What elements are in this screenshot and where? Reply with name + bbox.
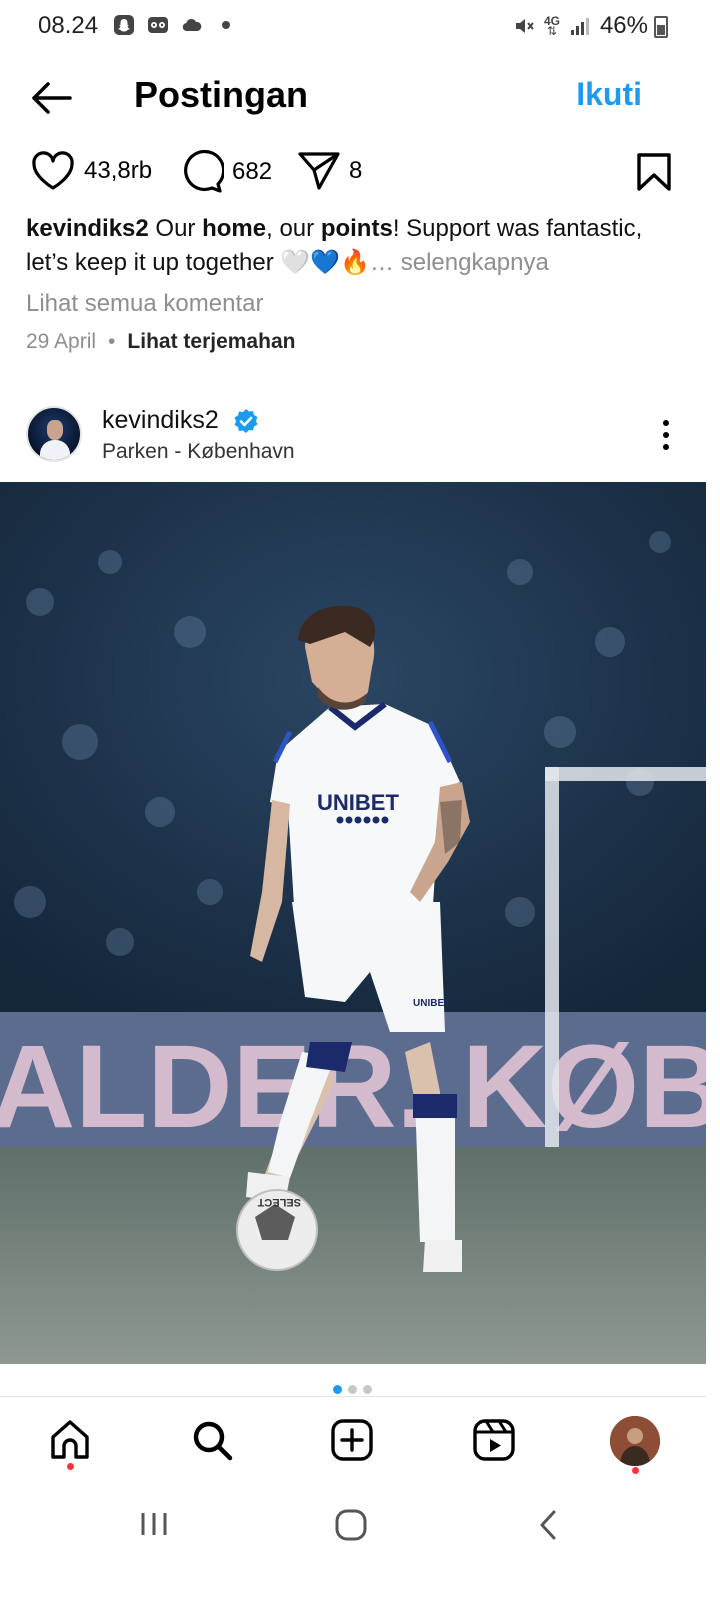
battery-percent: 46%: [599, 12, 648, 39]
create-post-icon: [331, 1419, 373, 1461]
search-icon: [193, 1421, 233, 1461]
like-count: 43,8rb: [84, 157, 153, 184]
tripadvisor-notification-icon: [146, 13, 170, 37]
mute-icon: [512, 14, 536, 38]
caption-text: Our: [148, 215, 203, 242]
signal-icon: [568, 14, 592, 38]
see-translation-link[interactable]: Lihat terjemahan: [127, 330, 295, 354]
caption-bold-text: points: [320, 215, 393, 242]
profile-avatar-icon: [610, 1416, 660, 1466]
post-actions: 43,8rb 682 8: [0, 150, 720, 200]
recent-apps-button[interactable]: [138, 1508, 170, 1545]
heart-icon: [32, 151, 74, 190]
more-notifications-dot-icon: [214, 13, 238, 37]
nav-divider: [0, 1396, 706, 1397]
system-back-button[interactable]: [536, 1508, 560, 1547]
post-header: Postingan Ikuti: [0, 58, 720, 138]
nav-home-button[interactable]: [46, 1416, 94, 1464]
home-icon: [51, 1420, 89, 1459]
carousel-dot: [363, 1385, 372, 1394]
cloud-notification-icon: [180, 13, 204, 37]
back-button[interactable]: [28, 76, 76, 120]
network-type-icon: 4G ⇅: [543, 14, 560, 38]
status-right-group: 4G ⇅ 46%: [512, 12, 670, 40]
football-player-photo: ALDER. KØB UNIBET UNIBET SELECT: [0, 482, 706, 1364]
follow-button[interactable]: Ikuti: [576, 76, 642, 113]
verified-badge-icon: [234, 409, 258, 433]
nav-search-button[interactable]: [188, 1416, 236, 1464]
status-notification-icons: [112, 13, 238, 37]
save-button[interactable]: [636, 152, 672, 197]
post-photo[interactable]: ALDER. KØB UNIBET UNIBET SELECT: [0, 482, 706, 1364]
post-meta: 29 April • Lihat terjemahan: [26, 330, 295, 354]
caption-text: , our: [266, 215, 321, 242]
nav-create-button[interactable]: [328, 1416, 376, 1464]
status-bar: 08.24 4G ⇅ 46%: [0, 0, 720, 52]
carousel-dot: [348, 1385, 357, 1394]
nav-reels-button[interactable]: [470, 1416, 518, 1464]
system-navigation-bar: [0, 1488, 720, 1600]
home-system-button[interactable]: [334, 1508, 368, 1547]
arrow-left-icon: [32, 82, 72, 114]
caption-emojis: 🤍💙🔥: [280, 249, 371, 276]
caption-username[interactable]: kevindiks2: [26, 215, 149, 242]
profile-notification-dot: [632, 1467, 639, 1474]
more-vertical-icon: [663, 420, 669, 450]
snapchat-notification-icon: [112, 13, 136, 37]
comment-bubble-icon: [184, 150, 224, 193]
view-all-comments-link[interactable]: Lihat semua komentar: [26, 290, 263, 318]
post-options-button[interactable]: [656, 418, 676, 452]
bottom-navigation: [0, 1400, 720, 1488]
home-circle-icon: [335, 1509, 367, 1541]
shirt-sponsor: UNIBET: [317, 790, 399, 815]
bookmark-icon: [637, 153, 671, 191]
carousel-indicator: [333, 1385, 372, 1394]
post-date: 29 April: [26, 330, 97, 353]
caption-bold-text: home: [202, 215, 267, 242]
comment-count: 682: [232, 158, 273, 185]
post-username[interactable]: kevindiks2: [102, 406, 219, 435]
share-count: 8: [349, 157, 363, 184]
share-button[interactable]: 8: [297, 150, 362, 192]
avatar[interactable]: [26, 406, 82, 462]
meta-separator: •: [108, 330, 116, 353]
page-title: Postingan: [134, 74, 309, 115]
recent-apps-icon: [141, 1513, 167, 1535]
home-notification-dot: [67, 1463, 74, 1470]
banner-text: ALDER. KØB: [0, 1021, 706, 1153]
chevron-left-icon: [540, 1510, 556, 1540]
reels-icon: [473, 1419, 515, 1461]
nav-profile-button[interactable]: [610, 1416, 660, 1466]
status-time: 08.24: [38, 12, 99, 39]
next-post-header: kevindiks2 Parken - København: [0, 400, 720, 476]
like-button[interactable]: 43,8rb: [30, 150, 152, 192]
send-icon: [298, 152, 340, 190]
ball-brand: SELECT: [257, 1196, 301, 1208]
post-caption: kevindiks2 Our home, our points! Support…: [26, 212, 686, 280]
see-more-link[interactable]: … selengkapnya: [370, 249, 549, 276]
post-location[interactable]: Parken - København: [102, 440, 295, 464]
shorts-sponsor: UNIBET: [413, 998, 450, 1009]
battery-icon: [654, 16, 668, 38]
carousel-dot: [333, 1385, 342, 1394]
comment-button[interactable]: 682: [180, 150, 272, 194]
